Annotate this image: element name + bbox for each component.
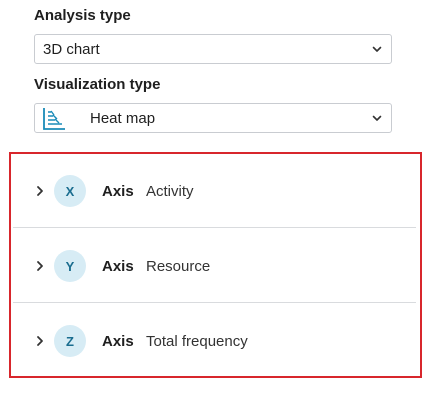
chevron-right-icon[interactable] [34,185,46,197]
axes-panel: X Axis Activity Y Axis Resource Z Axis T… [9,152,422,378]
visualization-type-select[interactable]: Heat map [34,103,392,133]
axis-value: Resource [146,257,211,275]
chevron-down-icon [372,115,382,121]
axis-title: Axis [102,257,134,275]
visualization-type-label: Visualization type [34,76,161,93]
analysis-type-value: 3D chart [43,40,100,58]
axis-title: Axis [102,332,134,350]
axis-row-x[interactable]: X Axis Activity [11,154,420,228]
axis-value: Activity [146,182,194,200]
axis-title: Axis [102,182,134,200]
axis-row-y[interactable]: Y Axis Resource [11,229,420,303]
axis-badge-x: X [54,175,86,207]
chevron-right-icon[interactable] [34,260,46,272]
chevron-right-icon[interactable] [34,335,46,347]
visualization-type-value: Heat map [90,109,156,127]
axis-badge-y: Y [54,250,86,282]
analysis-type-label: Analysis type [34,7,131,24]
chevron-down-icon [372,46,382,52]
divider [13,227,416,228]
axis-value: Total frequency [146,332,248,350]
axis-badge-z: Z [54,325,86,357]
heatmap-chart-icon [43,108,65,130]
divider [13,302,416,303]
axis-row-z[interactable]: Z Axis Total frequency [11,304,420,378]
analysis-type-select[interactable]: 3D chart [34,34,392,64]
